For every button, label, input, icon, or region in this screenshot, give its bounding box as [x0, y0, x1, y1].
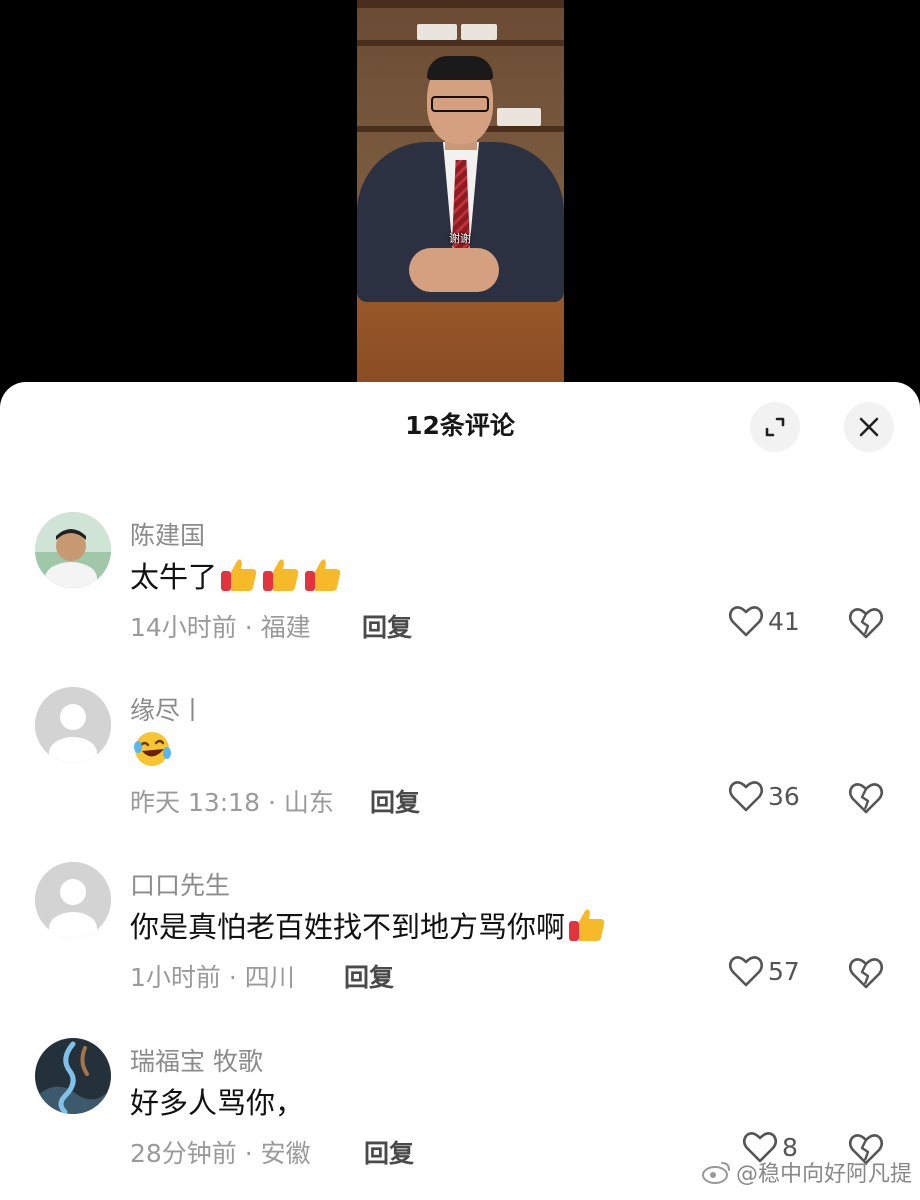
close-button[interactable]: [844, 402, 894, 452]
shelf-box: [497, 108, 541, 126]
video-caption: 谢谢: [449, 232, 471, 245]
shelf-box: [417, 24, 457, 40]
broken-heart-icon: [848, 958, 884, 989]
glasses: [431, 96, 489, 112]
comment-username[interactable]: 陈建国: [130, 516, 205, 552]
like-count: 57: [768, 956, 800, 986]
comment-sheet: 12条评论 陈建国 太牛了 14小时前 · 福建 回复 41 缘尽丨 昨天 13…: [0, 382, 920, 1200]
bookshelf: [357, 0, 564, 8]
default-avatar-icon: [35, 862, 111, 938]
comment-username[interactable]: 口口先生: [130, 866, 230, 902]
close-icon: [859, 417, 879, 437]
thumbs-up-icon: [261, 557, 301, 593]
reply-button[interactable]: 回复: [362, 608, 412, 644]
broken-heart-icon: [848, 608, 884, 639]
hands: [409, 248, 499, 292]
reply-button[interactable]: 回复: [364, 1134, 414, 1170]
comment-meta: 昨天 13:18 · 山东: [130, 788, 334, 817]
expand-button[interactable]: [750, 402, 800, 452]
weibo-watermark: @稳中向好阿凡提: [701, 1156, 912, 1188]
comment-username[interactable]: 瑞福宝 牧歌: [130, 1042, 263, 1078]
comment-meta: 1小时前 · 四川: [130, 963, 295, 992]
avatar[interactable]: [35, 862, 111, 938]
comment-content: [130, 729, 174, 769]
comment-content: 太牛了: [130, 554, 343, 596]
comment-text: 你是真怕老百姓找不到地方骂你啊: [130, 910, 566, 944]
dislike-button[interactable]: [848, 956, 884, 994]
hair: [427, 56, 493, 80]
video-player[interactable]: 谢谢: [0, 0, 920, 400]
dislike-button[interactable]: [848, 781, 884, 819]
like-button[interactable]: 57: [728, 954, 800, 988]
comment-meta: 28分钟前 · 安徽: [130, 1139, 311, 1168]
comment-content: 好多人骂你，: [130, 1080, 304, 1122]
reply-button[interactable]: 回复: [344, 958, 394, 994]
watermark-text: @稳中向好阿凡提: [735, 1162, 912, 1187]
comment-item: 口口先生 你是真怕老百姓找不到地方骂你啊 1小时前 · 四川 回复 57: [0, 862, 920, 1022]
avatar-photo: [35, 1038, 111, 1114]
broken-heart-icon: [848, 783, 884, 814]
avatar[interactable]: [35, 512, 111, 588]
like-count: 36: [768, 781, 800, 811]
video-frame[interactable]: 谢谢: [357, 0, 564, 382]
avatar[interactable]: [35, 687, 111, 763]
comment-meta: 14小时前 · 福建: [130, 613, 311, 642]
weibo-icon: [701, 1162, 730, 1184]
expand-icon: [765, 417, 785, 437]
comment-username[interactable]: 缘尽丨: [130, 691, 205, 727]
avatar[interactable]: [35, 1038, 111, 1114]
heart-icon: [728, 781, 764, 812]
thumbs-up-icon: [303, 557, 343, 593]
like-count: 41: [768, 606, 800, 636]
dislike-button[interactable]: [848, 606, 884, 644]
laughing-crying-icon: [132, 729, 174, 769]
heart-icon: [728, 606, 764, 637]
thumbs-up-icon: [219, 557, 259, 593]
comment-item: 陈建国 太牛了 14小时前 · 福建 回复 41: [0, 512, 920, 672]
comment-text: 太牛了: [130, 560, 218, 594]
like-button[interactable]: 36: [728, 779, 800, 813]
bookshelf-board: [357, 40, 564, 46]
comment-text: 好多人骂你，: [130, 1086, 305, 1120]
avatar-photo: [35, 512, 111, 588]
default-avatar-icon: [35, 687, 111, 763]
thumbs-up-icon: [567, 907, 607, 943]
shelf-box: [461, 24, 497, 40]
like-button[interactable]: 41: [728, 604, 800, 638]
heart-icon: [728, 956, 764, 987]
comment-content: 你是真怕老百姓找不到地方骂你啊: [130, 904, 607, 946]
reply-button[interactable]: 回复: [370, 783, 420, 819]
comment-item: 缘尽丨 昨天 13:18 · 山东 回复 36: [0, 687, 920, 847]
